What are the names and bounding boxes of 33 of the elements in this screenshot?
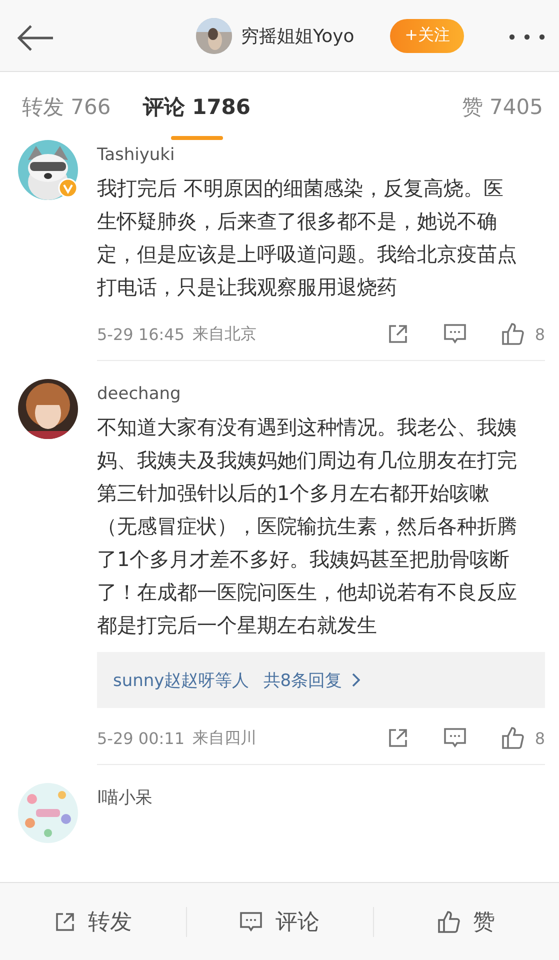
comment-location: 来自北京 — [192, 324, 257, 344]
username[interactable]: l喵小呆 — [97, 787, 559, 809]
thumbs-up-icon[interactable] — [500, 726, 525, 750]
repost-button[interactable]: 转发 — [0, 882, 186, 960]
chevron-right-icon — [352, 673, 360, 687]
comment-button[interactable]: 评论 — [186, 882, 373, 960]
tab[interactable]: 转发 766 — [22, 72, 111, 140]
comment-icon[interactable] — [442, 323, 467, 345]
comment-icon — [239, 910, 264, 932]
reply-count: 共8条回复 — [263, 670, 342, 692]
username[interactable]: deechang — [97, 383, 559, 405]
comment-time: 5-29 00:11 — [97, 728, 185, 748]
comment-icon[interactable] — [442, 727, 467, 749]
comment-time: 5-29 16:45 — [97, 324, 185, 344]
share-icon[interactable] — [386, 727, 409, 749]
like-count: 8 — [534, 728, 545, 748]
username[interactable]: 穷摇姐姐Yoyo — [241, 24, 354, 48]
username[interactable]: Tashiyuki — [97, 144, 559, 166]
comment-text: 我打完后 不明原因的细菌感染，反复高烧。医生怀疑肺炎，后来查了很多都不是，她说不确定，但是应该是上呼吸道问题。我给北京疫苗点打电话，只是让我观察服用退烧药 — [97, 175, 518, 301]
comment-location: 来自四川 — [192, 728, 257, 748]
tab[interactable]: 评论 1786 — [142, 72, 251, 140]
thumbs-up-icon — [436, 910, 461, 934]
more-icon[interactable] — [509, 34, 545, 40]
replies-link[interactable]: sunny赵赵呀等人 共8条回复 — [97, 652, 545, 708]
tab[interactable]: 赞 7405 — [462, 72, 543, 140]
like-button[interactable]: 赞 — [372, 882, 559, 960]
comment-text: 不知道大家有没有遇到这种情况。我老公、我姨妈、我姨夫及我姨妈她们周边有几位朋友在打完第三针加强针以后的1个多月左右都开始咳嗽（无感冒症状），医院输抗生素，然后各种折腾了1个多月才差不多好。我姨妈甚至把肋骨咳断了！在成都一医院问医生，他却说若有不良反应都是打完后一个星期左右就发生 — [97, 414, 518, 639]
share-icon[interactable] — [386, 323, 409, 345]
like-count: 8 — [534, 324, 545, 344]
back-arrow-icon[interactable] — [16, 24, 54, 52]
reply-users: sunny赵赵呀等人 — [113, 670, 250, 692]
share-icon — [54, 910, 76, 932]
thumbs-up-icon[interactable] — [500, 322, 525, 346]
